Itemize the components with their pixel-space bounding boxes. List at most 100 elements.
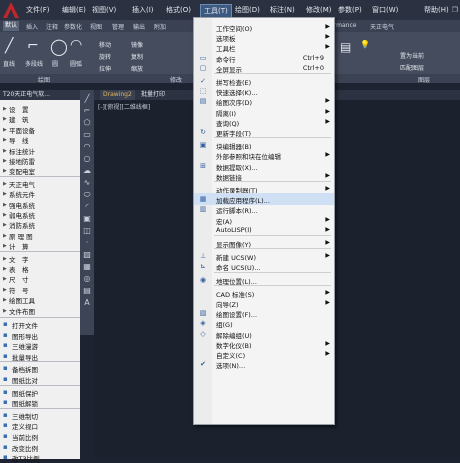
menu-help[interactable]: 帮助(H) bbox=[424, 5, 449, 15]
scale-tool[interactable]: 缩放 bbox=[131, 64, 143, 73]
tools-menu-item[interactable]: ◉ 地理位置(L)... bbox=[194, 274, 334, 286]
side-panel-tool[interactable]: 图纸比对 bbox=[12, 375, 38, 385]
side-panel-item[interactable]: 尺 寸 bbox=[9, 274, 29, 284]
gradient-icon[interactable]: ▦ bbox=[82, 262, 92, 272]
side-panel-item[interactable]: 建 筑 bbox=[9, 114, 29, 124]
side-panel-tool[interactable]: 图纸保护 bbox=[12, 388, 38, 398]
menu-insert[interactable]: 插入(I) bbox=[132, 5, 154, 15]
polyline-tool[interactable]: 多段线 bbox=[25, 59, 43, 68]
ribbon-tab-9[interactable]: 天正电气 bbox=[370, 22, 394, 31]
match-layer-tool[interactable]: 匹配图层 bbox=[400, 63, 424, 72]
move-tool[interactable]: 移动 bbox=[99, 40, 111, 49]
mirror-tool[interactable]: 镜像 bbox=[131, 40, 143, 49]
arc-icon[interactable]: ◠ bbox=[82, 142, 92, 152]
rectangle-icon[interactable]: ▭ bbox=[82, 130, 92, 140]
side-panel-tool[interactable]: 三维制切 bbox=[12, 411, 38, 421]
menu-format[interactable]: 格式(O) bbox=[166, 5, 191, 15]
copy-tool[interactable]: 复制 bbox=[131, 52, 143, 61]
side-panel-item[interactable]: 消防系统 bbox=[9, 220, 35, 230]
polygon-icon[interactable]: ⬠ bbox=[82, 118, 92, 128]
make-block-icon[interactable]: ◫ bbox=[82, 226, 92, 236]
layer-properties-icon[interactable]: ▤ bbox=[340, 40, 351, 54]
stretch-tool[interactable]: 拉伸 bbox=[99, 64, 111, 73]
side-panel-item[interactable]: 接地防雷 bbox=[9, 156, 35, 166]
ribbon-tab-3[interactable]: 参数化 bbox=[64, 22, 82, 31]
polyline-icon[interactable]: ⌐ bbox=[82, 106, 92, 116]
ribbon-tab-6[interactable]: 输出 bbox=[133, 22, 145, 31]
side-panel-item[interactable]: 系统元件 bbox=[9, 189, 35, 199]
side-panel-tool[interactable]: 当前比例 bbox=[12, 432, 38, 442]
app-logo-icon[interactable] bbox=[2, 1, 20, 19]
side-panel-item[interactable]: 文件布图 bbox=[9, 306, 35, 316]
menu-view[interactable]: 视图(V) bbox=[92, 5, 116, 15]
tools-menu-item[interactable]: 显示图像(Y) ▶ bbox=[194, 237, 334, 249]
tab-batch-print[interactable]: 批量打印 bbox=[138, 90, 168, 100]
tools-menu-item[interactable]: AutoLISP(I) ▶ bbox=[194, 224, 334, 236]
tools-menu-item[interactable]: ⊾ 命名 UCS(U)... bbox=[194, 260, 334, 272]
modify-panel-label[interactable]: 修改 bbox=[170, 75, 182, 84]
menu-modify[interactable]: 修改(M) bbox=[306, 5, 332, 15]
tools-menu-item[interactable]: ↻ 更新字段(T) bbox=[194, 126, 334, 138]
menu-draw[interactable]: 绘图(D) bbox=[235, 5, 260, 15]
side-panel-item[interactable]: 符 号 bbox=[9, 285, 29, 295]
ribbon-tab-1[interactable]: 插入 bbox=[26, 22, 38, 31]
side-panel-item[interactable]: 平面设备 bbox=[9, 125, 35, 135]
side-panel-tool[interactable]: 定义视口 bbox=[12, 421, 38, 431]
mtext-icon[interactable]: A bbox=[82, 298, 92, 308]
menu-dimension[interactable]: 标注(N) bbox=[270, 5, 295, 15]
circle-icon[interactable]: ○ bbox=[82, 154, 92, 164]
side-panel-tool[interactable]: 改T3比例 bbox=[12, 453, 40, 463]
ribbon-tab-7[interactable]: 附加 bbox=[154, 22, 166, 31]
side-panel-item[interactable]: 原 理 图 bbox=[9, 231, 33, 241]
side-panel-item[interactable]: 标注统计 bbox=[9, 146, 35, 156]
side-panel-item[interactable]: 导 线 bbox=[9, 135, 29, 145]
ellipse-arc-icon[interactable]: ◜ bbox=[82, 202, 92, 212]
ribbon-tab-4[interactable]: 视图 bbox=[90, 22, 102, 31]
menu-file[interactable]: 文件(F) bbox=[26, 5, 50, 15]
cloud-icon[interactable]: ☁ bbox=[82, 166, 92, 176]
hatch-icon[interactable]: ▨ bbox=[82, 250, 92, 260]
side-panel-item[interactable]: 表 格 bbox=[9, 264, 29, 274]
circle-tool[interactable]: 圆 bbox=[52, 59, 58, 68]
side-panel-tool[interactable]: 改变比例 bbox=[12, 443, 38, 453]
menu-window[interactable]: 窗口(W) bbox=[372, 5, 398, 15]
line-icon[interactable]: ╱ bbox=[82, 94, 92, 104]
point-icon[interactable]: · bbox=[82, 238, 92, 248]
insert-block-icon[interactable]: ▣ bbox=[82, 214, 92, 224]
ribbon-tab-2[interactable]: 注释 bbox=[46, 22, 58, 31]
region-icon[interactable]: ◎ bbox=[82, 274, 92, 284]
draw-panel-label[interactable]: 绘图 bbox=[38, 75, 50, 84]
menu-tools[interactable]: 工具(T) bbox=[200, 4, 232, 18]
layers-panel-label[interactable]: 图层 bbox=[418, 75, 430, 84]
side-panel-tool[interactable]: 批量导出 bbox=[12, 352, 38, 362]
viewport-controls[interactable]: [-][俯视][二维线框] bbox=[98, 102, 150, 111]
tab-drawing2[interactable]: Drawing2 bbox=[100, 90, 135, 100]
side-panel-tool[interactable]: 图形导出 bbox=[12, 331, 38, 341]
side-panel-item[interactable]: 弱电系统 bbox=[9, 210, 35, 220]
tools-menu-item[interactable]: ▢ 全屏显示 Ctrl+0 bbox=[194, 62, 334, 74]
window-restore-icon[interactable]: ❐ bbox=[452, 6, 458, 14]
menu-parametric[interactable]: 参数(P) bbox=[338, 5, 362, 15]
side-panel-item[interactable]: 天正电气 bbox=[9, 179, 35, 189]
tools-menu-item[interactable]: ✔ 选项(N)... bbox=[194, 358, 334, 370]
side-panel-item[interactable]: 强电系统 bbox=[9, 200, 35, 210]
ribbon-tab-5[interactable]: 管理 bbox=[112, 22, 124, 31]
table-icon[interactable]: ▤ bbox=[82, 286, 92, 296]
set-current-tool[interactable]: 置为当前 bbox=[400, 51, 424, 60]
side-panel-tool[interactable]: 三维漫游 bbox=[12, 341, 38, 351]
line-tool[interactable]: 直线 bbox=[3, 59, 15, 68]
side-panel-tool[interactable]: 打开文件 bbox=[12, 320, 38, 330]
arc-tool[interactable]: 圆弧 bbox=[70, 59, 82, 68]
side-panel-tool[interactable]: 图纸解锁 bbox=[12, 398, 38, 408]
spline-icon[interactable]: ∿ bbox=[82, 178, 92, 188]
side-panel-tool[interactable]: 备档拆图 bbox=[12, 364, 38, 374]
lightbulb-icon[interactable]: 💡 bbox=[360, 40, 370, 49]
tools-menu-item[interactable]: 数据链接 ▶ bbox=[194, 170, 334, 182]
side-panel-item[interactable]: 设 置 bbox=[9, 104, 29, 114]
menu-edit[interactable]: 编辑(E) bbox=[62, 5, 86, 15]
side-panel-item[interactable]: 文 字 bbox=[9, 254, 29, 264]
ellipse-icon[interactable]: ⬭ bbox=[82, 190, 92, 200]
side-panel-item[interactable]: 绘图工具 bbox=[9, 295, 35, 305]
ribbon-tab-0[interactable]: 默认 bbox=[3, 21, 20, 31]
rotate-tool[interactable]: 旋转 bbox=[99, 52, 111, 61]
